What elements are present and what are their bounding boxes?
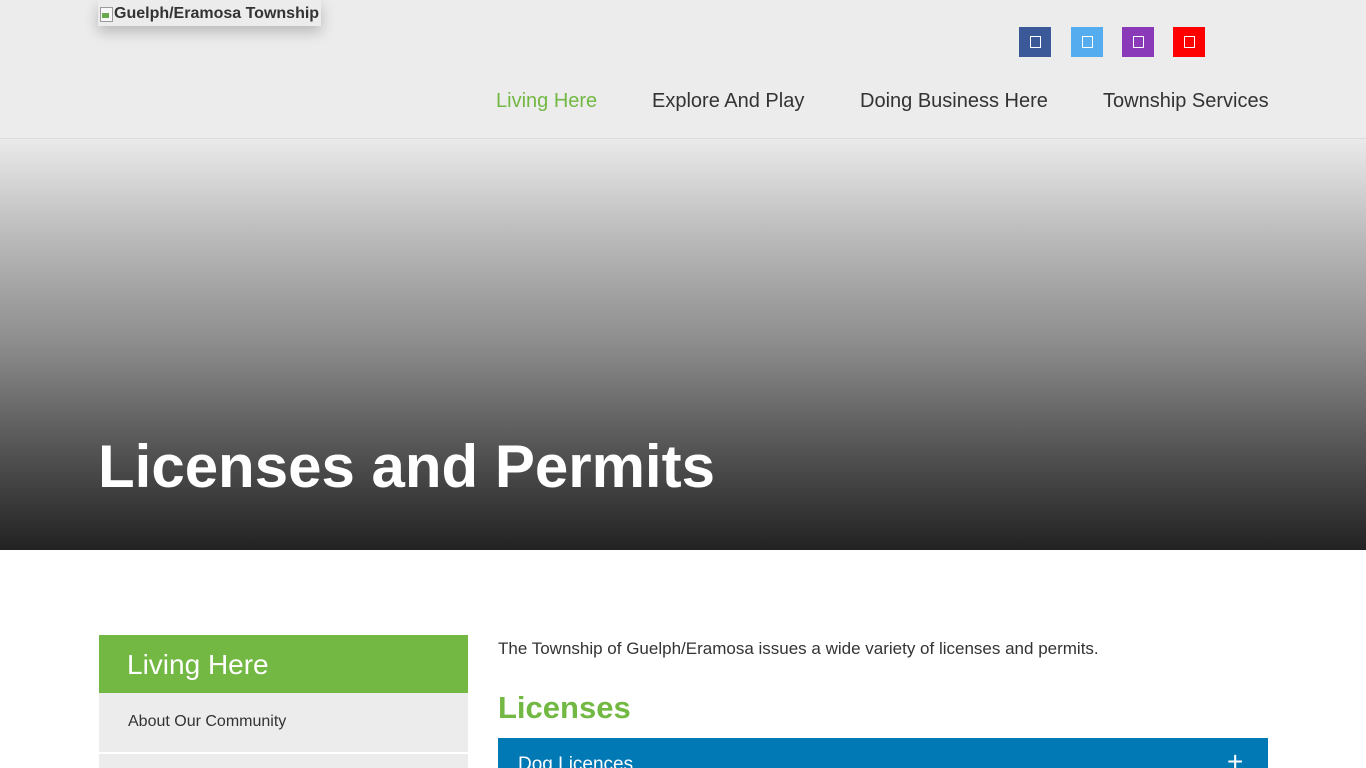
- intro-text: The Township of Guelph/Eramosa issues a …: [498, 639, 1099, 658]
- accordion-dog-licences[interactable]: Dog Licences +: [498, 738, 1268, 768]
- instagram-icon: [1132, 36, 1144, 48]
- youtube-icon: [1183, 36, 1195, 48]
- twitter-icon: [1081, 36, 1093, 48]
- nav-doing-business-here[interactable]: Doing Business Here: [860, 90, 1048, 113]
- nav-township-services[interactable]: Township Services: [1103, 90, 1269, 113]
- accordion-label: Dog Licences: [518, 754, 634, 768]
- youtube-link[interactable]: [1173, 27, 1205, 57]
- hero-banner: Licenses and Permits: [0, 139, 1366, 550]
- broken-image-icon: [98, 6, 114, 22]
- page-title: Licenses and Permits: [98, 433, 715, 500]
- section-title-licenses: Licenses: [498, 690, 631, 725]
- nav-explore-and-play[interactable]: Explore And Play: [652, 90, 804, 113]
- facebook-icon: [1029, 36, 1041, 48]
- logo-alt-text: Guelph/Eramosa Township: [114, 5, 320, 22]
- sidebar-item-about-our-community[interactable]: About Our Community: [99, 693, 468, 753]
- twitter-link[interactable]: [1071, 27, 1103, 57]
- instagram-link[interactable]: [1122, 27, 1154, 57]
- facebook-link[interactable]: [1019, 27, 1051, 57]
- nav-living-here[interactable]: Living Here: [496, 90, 597, 113]
- site-header: Guelph/Eramosa Township Living Here Expl…: [0, 0, 1366, 139]
- sidebar-item-next[interactable]: [99, 754, 468, 768]
- site-logo[interactable]: Guelph/Eramosa Township: [98, 0, 322, 26]
- plus-icon[interactable]: +: [1227, 748, 1243, 768]
- sidebar-title: Living Here: [99, 635, 468, 693]
